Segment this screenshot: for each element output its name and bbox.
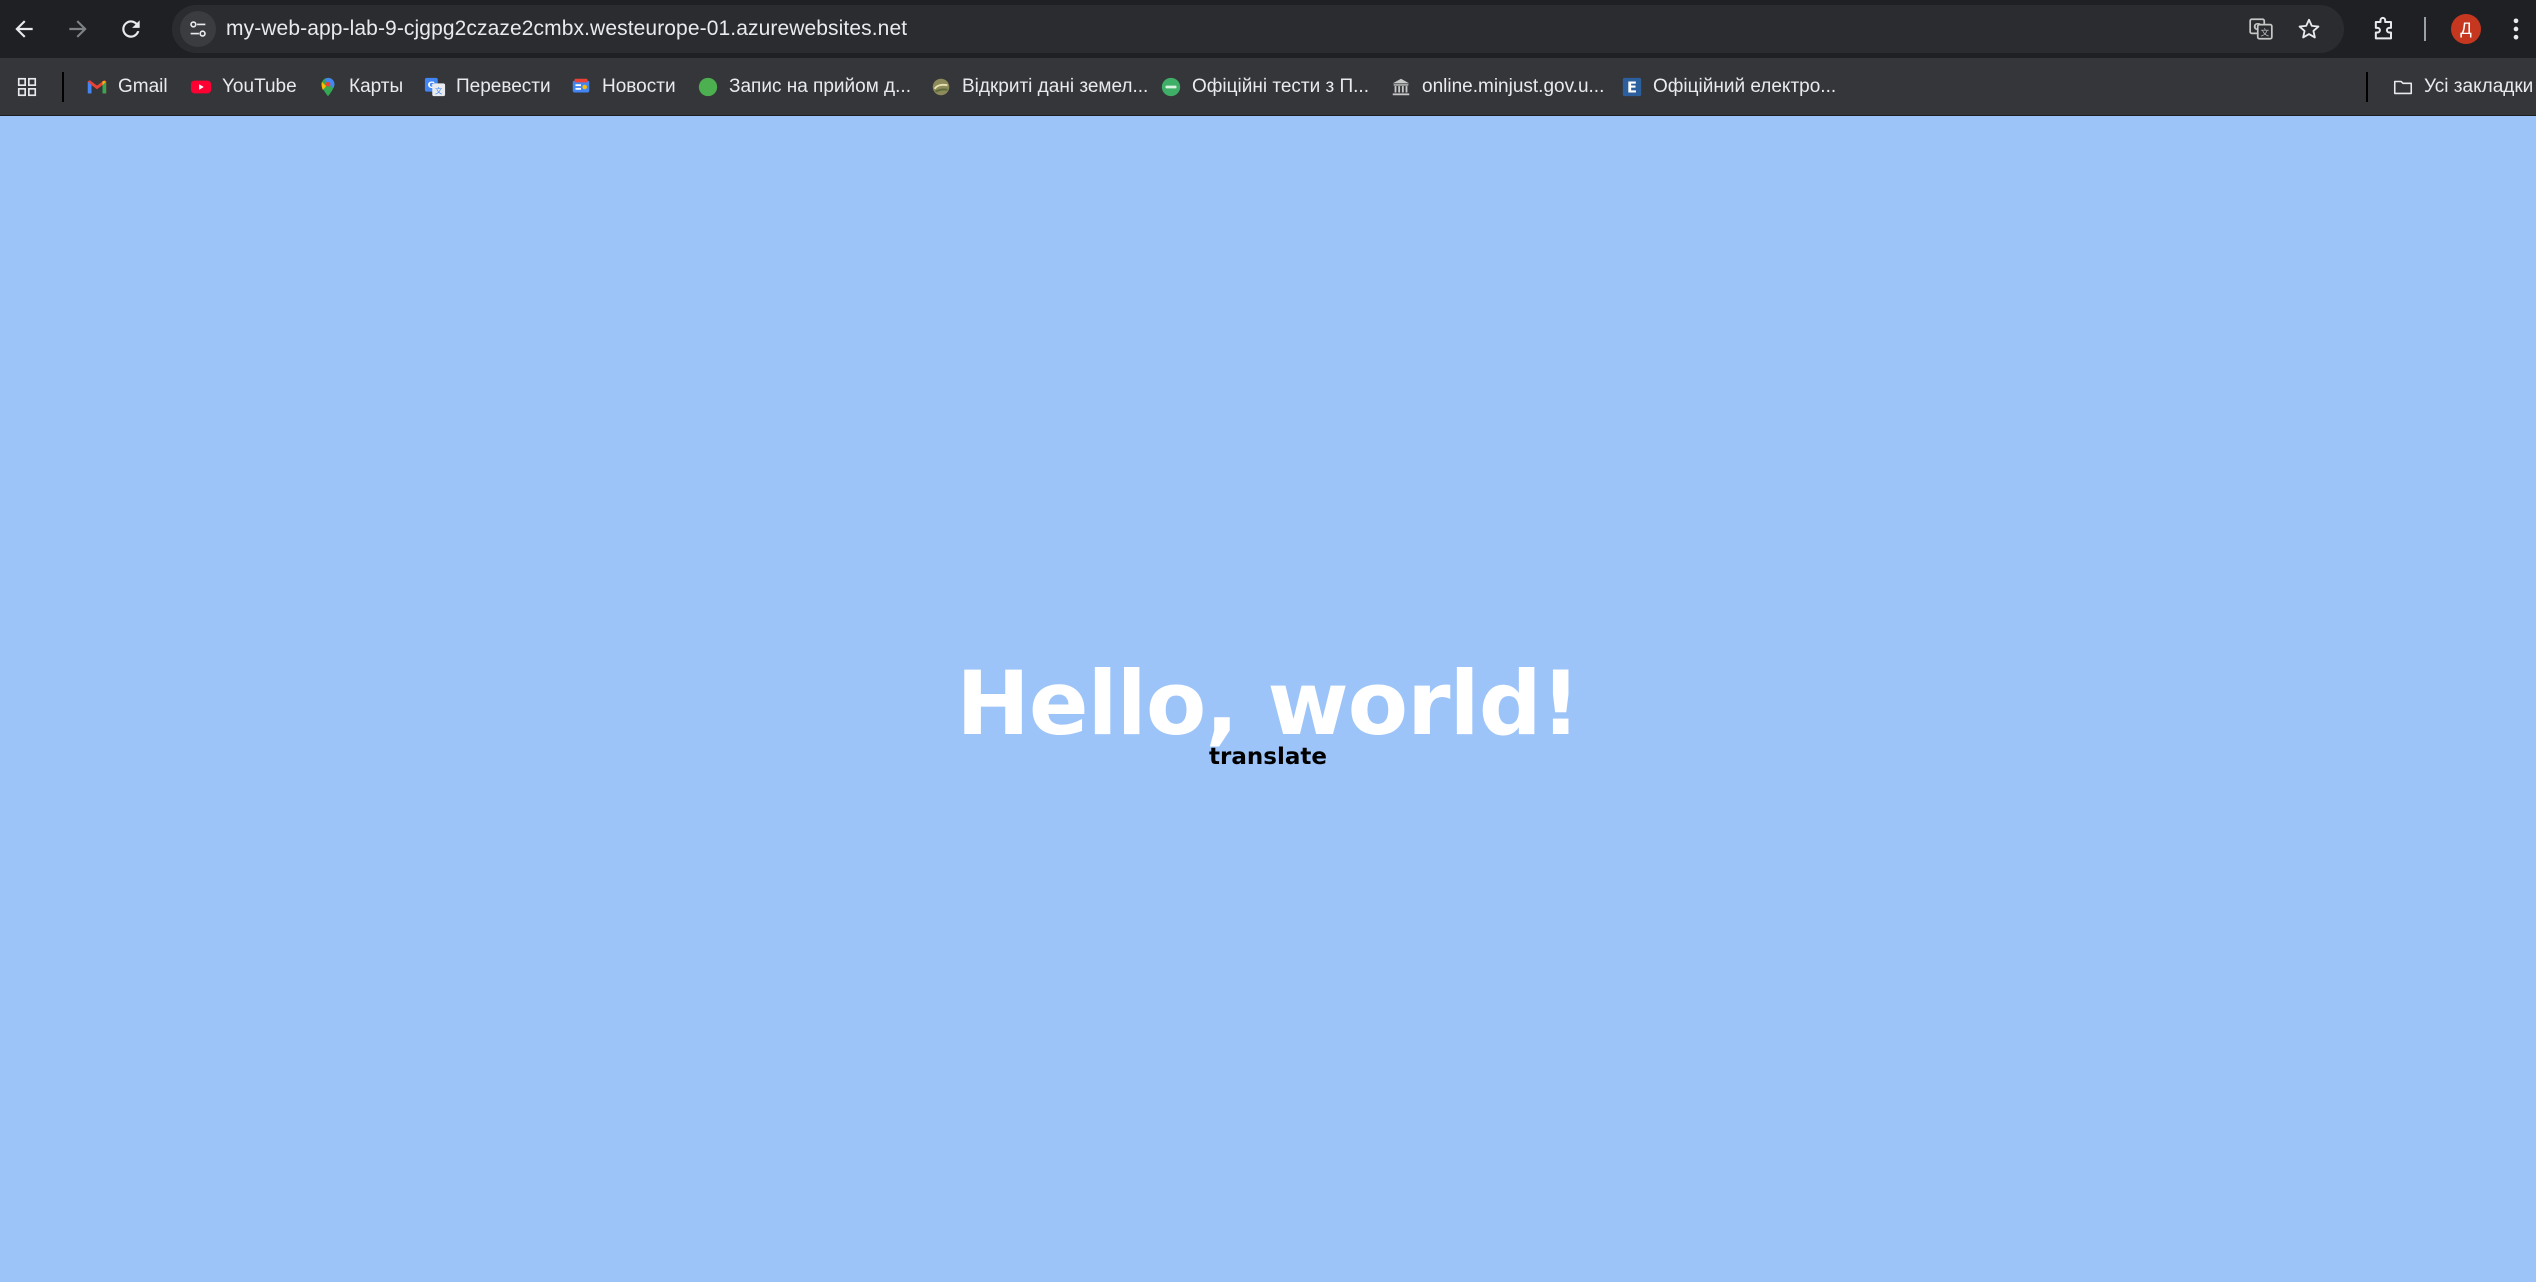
bookmark-official-tests[interactable]: Офіційні тести з П... [1160,71,1369,103]
bookmark-label: Відкриті дані земел... [962,76,1149,97]
translate-icon: G文 [424,76,446,98]
translate-page-button[interactable]: G 文 [2246,14,2276,44]
back-button[interactable] [5,10,43,48]
address-bar[interactable]: my-web-app-lab-9-cjgpg2czaze2cmbx.westeu… [172,5,2344,53]
e-icon: E [1621,76,1643,98]
gmail-icon [86,76,108,98]
bookmarks-bar: Gmail YouTube Карты G文 Перевести Новости… [0,58,2536,116]
bookmark-minjust[interactable]: online.minjust.gov.u... [1390,71,1604,103]
puzzle-icon [2374,16,2392,40]
kebab-menu-icon [2513,18,2519,40]
svg-text:文: 文 [2260,27,2269,39]
svg-text:E: E [1627,80,1637,97]
bookmark-label: online.minjust.gov.u... [1422,76,1605,97]
bookmark-official-electronic[interactable]: E Офіційний електро... [1621,71,1836,103]
bookmark-label: Перевести [456,76,551,97]
bookmark-label: Новости [602,76,676,97]
bookmark-label: Запис на прийом д... [729,76,911,97]
apps-grid-icon [16,76,38,98]
bookmark-label: Офіційний електро... [1653,76,1837,97]
bookmark-news[interactable]: Новости [570,71,676,103]
maps-icon [317,76,339,98]
bookmarks-divider [2366,72,2368,102]
news-icon [570,76,592,98]
reload-button[interactable] [112,10,150,48]
bookmark-gmail[interactable]: Gmail [86,71,168,103]
bookmark-youtube[interactable]: YouTube [190,71,297,103]
arrow-right-icon [69,20,87,38]
bookmark-maps[interactable]: Карты [317,71,403,103]
bookmarks-divider [62,72,64,102]
bookmark-translate[interactable]: G文 Перевести [424,71,551,103]
bookmark-label: Gmail [118,76,168,97]
browser-toolbar: my-web-app-lab-9-cjgpg2czaze2cmbx.westeu… [0,0,2536,58]
youtube-icon [190,76,212,98]
apps-button[interactable] [16,71,38,103]
bookmark-land-data[interactable]: Відкриті дані земел... [930,71,1148,103]
all-bookmarks-button[interactable]: Усі закладки [2392,71,2533,103]
green-circle-icon [697,76,719,98]
translate-link[interactable]: translate [0,742,2536,772]
land-data-icon [930,76,952,98]
institution-icon [1390,76,1412,98]
svg-text:文: 文 [435,86,443,95]
forward-button[interactable] [59,10,97,48]
arrow-left-icon [15,20,33,38]
bookmark-label: YouTube [222,76,297,97]
all-bookmarks-label: Усі закладки [2424,76,2534,97]
tests-icon [1160,76,1182,98]
extensions-button[interactable] [2368,13,2400,45]
bookmark-label: Офіційні тести з П... [1192,76,1369,97]
reload-icon [122,20,140,38]
url-text[interactable]: my-web-app-lab-9-cjgpg2czaze2cmbx.westeu… [226,5,907,53]
web-page: Hello, world! translate [0,116,2536,1282]
tune-icon [190,21,206,37]
toolbar-divider [2424,17,2426,41]
bookmark-star-button[interactable] [2294,14,2324,44]
browser-menu-button[interactable] [2501,13,2531,45]
profile-avatar[interactable]: Д [2451,14,2481,44]
site-info-button[interactable] [180,11,216,47]
bookmark-appointment[interactable]: Запис на прийом д... [697,71,911,103]
star-icon [2298,18,2320,39]
google-translate-icon: G 文 [2249,18,2273,40]
bookmark-label: Карты [349,76,404,97]
folder-icon [2392,76,2414,98]
